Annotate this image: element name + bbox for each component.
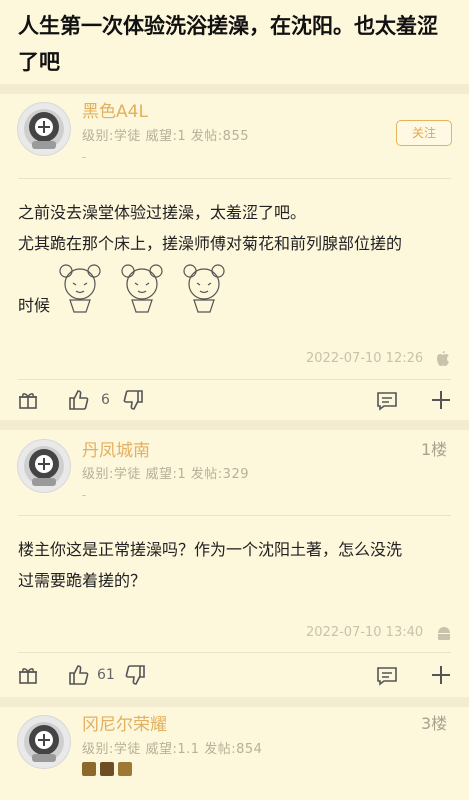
content-line: 尤其跪在那个床上，搓澡师傅对菊花和前列腺部位搓的 [18, 234, 403, 253]
username[interactable]: 冈尼尔荣耀 [82, 710, 167, 735]
apple-icon [437, 351, 449, 366]
timestamp: 2022-07-10 13:40 [306, 625, 424, 640]
divider [18, 178, 451, 179]
divider [18, 379, 451, 380]
divider [0, 84, 469, 94]
comment-icon [377, 667, 397, 686]
medal-badge [100, 762, 114, 776]
dislike-button[interactable] [124, 664, 146, 690]
more-button[interactable] [431, 665, 451, 689]
comment-icon [377, 392, 397, 411]
like-count: 6 [101, 392, 110, 408]
thumb-down-icon [123, 390, 143, 410]
sticker-row [52, 258, 236, 318]
content-line: 过需要跪着搓的？ [18, 571, 147, 590]
user-meta: 级别:学徒 威望:1 发帖:855 [82, 129, 249, 144]
gift-button[interactable] [18, 665, 38, 689]
dislike-button[interactable] [122, 389, 144, 415]
more-button[interactable] [431, 390, 451, 414]
timestamp: 2022-07-10 12:26 [306, 351, 424, 366]
post-content: 楼主你这是正常搓澡吗？作为一个沈阳土著，怎么没洗 过需要跪着搓的？ [18, 534, 402, 596]
anime-girl-sticker [59, 264, 225, 313]
avatar[interactable] [18, 103, 70, 155]
floor-number: 1楼 [421, 440, 448, 459]
thumb-down-icon [125, 665, 145, 685]
comment-button[interactable] [376, 391, 398, 415]
divider [18, 652, 451, 653]
diving-helmet-icon [24, 109, 64, 149]
plus-icon [432, 391, 450, 409]
divider [0, 697, 469, 707]
post-content: 之前没去澡堂体验过搓澡，太羞涩了吧。 尤其跪在那个床上，搓澡师傅对菊花和前列腺部… [18, 197, 402, 259]
like-button[interactable] [68, 389, 90, 415]
content-line: 之前没去澡堂体验过搓澡，太羞涩了吧。 [18, 203, 307, 222]
user-meta: 级别:学徒 威望:1 发帖:329 [82, 467, 249, 482]
content-line: 时候 [18, 296, 51, 315]
thumb-up-icon [69, 665, 89, 685]
diving-helmet-icon [24, 722, 64, 762]
thumb-up-icon [69, 390, 89, 410]
diving-helmet-icon [24, 446, 64, 486]
divider [18, 515, 451, 516]
android-icon [438, 627, 450, 640]
user-sub: - [82, 488, 87, 502]
gift-icon [19, 393, 37, 409]
like-count: 61 [97, 667, 115, 683]
medal-badge [82, 762, 96, 776]
avatar[interactable] [18, 716, 70, 768]
username[interactable]: 黑色A4L [82, 97, 148, 122]
username[interactable]: 丹凤城南 [82, 436, 150, 461]
comment-button[interactable] [376, 666, 398, 690]
divider [0, 420, 469, 430]
medal-badge [118, 762, 132, 776]
gift-button[interactable] [18, 390, 38, 414]
gift-icon [19, 668, 37, 684]
post-title: 人生第一次体验洗浴搓澡，在沈阳。也太羞涩了吧 [18, 14, 438, 74]
floor-number: 3楼 [421, 714, 448, 733]
user-sub: - [82, 150, 87, 164]
content-line: 楼主你这是正常搓澡吗？作为一个沈阳土著，怎么没洗 [18, 540, 403, 559]
avatar[interactable] [18, 440, 70, 492]
follow-button[interactable]: 关注 [396, 120, 452, 146]
plus-icon [432, 666, 450, 684]
like-button[interactable] [68, 664, 90, 690]
user-meta: 级别:学徒 威望:1.1 发帖:854 [82, 742, 263, 757]
